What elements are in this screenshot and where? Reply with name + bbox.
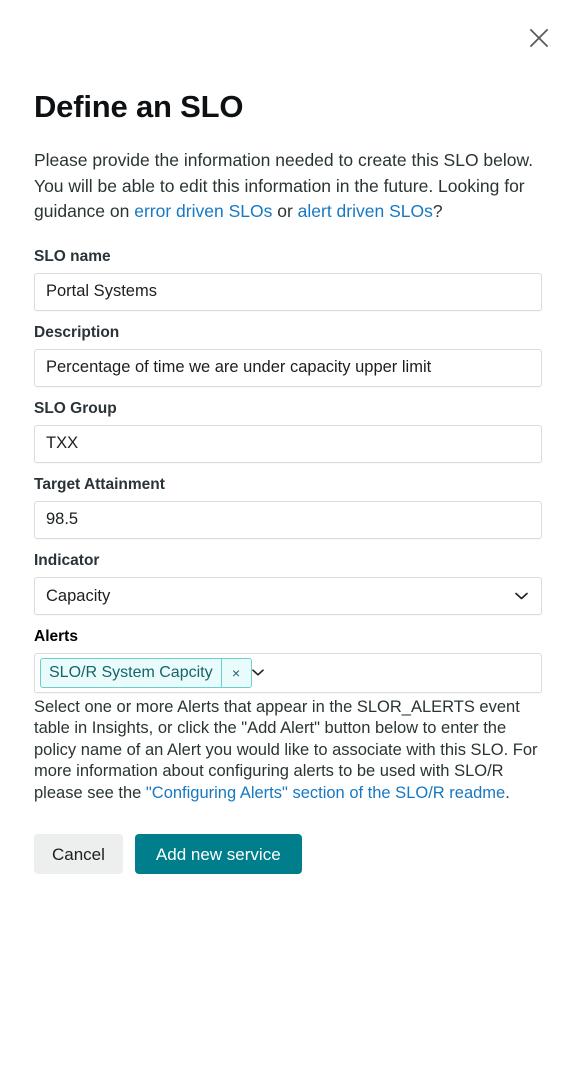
alerts-chip-label: SLO/R System Capcity: [49, 663, 213, 681]
field-slo-group: SLO Group: [34, 399, 542, 463]
alerts-help-suffix: .: [505, 783, 510, 802]
field-alerts: Alerts SLO/R System Capcity × Select one…: [34, 627, 542, 805]
indicator-select[interactable]: Capacity: [34, 576, 542, 615]
alert-driven-slos-link[interactable]: alert driven SLOs: [298, 201, 433, 221]
chevron-down-icon: [251, 669, 264, 676]
close-icon-button[interactable]: [523, 22, 555, 54]
error-driven-slos-link[interactable]: error driven SLOs: [134, 201, 272, 221]
description-label: Description: [34, 323, 120, 341]
cancel-button[interactable]: Cancel: [34, 834, 123, 874]
indicator-selected-value: Capacity: [34, 576, 542, 615]
alerts-chip: SLO/R System Capcity ×: [40, 657, 252, 688]
alerts-label: Alerts: [34, 627, 78, 645]
alerts-multiselect[interactable]: SLO/R System Capcity ×: [34, 652, 542, 693]
description-input[interactable]: [34, 348, 542, 387]
alerts-chip-remove-button[interactable]: ×: [220, 658, 251, 687]
add-new-service-button[interactable]: Add new service: [134, 834, 302, 874]
configuring-alerts-readme-link[interactable]: "Configuring Alerts" section of the SLO/…: [146, 784, 505, 802]
slo-name-label: SLO name: [34, 247, 111, 265]
close-icon: [529, 28, 549, 48]
indicator-label: Indicator: [34, 551, 100, 569]
define-slo-modal: Define an SLO Please provide the informa…: [0, 0, 576, 1088]
target-attainment-label: Target Attainment: [34, 475, 165, 493]
field-slo-name: SLO name: [34, 247, 542, 311]
slo-name-input[interactable]: [34, 272, 542, 311]
field-indicator: Indicator Capacity: [34, 551, 542, 615]
alerts-help-text: Select one or more Alerts that appear in…: [34, 697, 542, 805]
slo-group-input[interactable]: [34, 424, 542, 463]
modal-content: Define an SLO Please provide the informa…: [34, 88, 542, 874]
field-target-attainment: Target Attainment: [34, 475, 542, 539]
target-attainment-input[interactable]: [34, 500, 542, 539]
intro-paragraph: Please provide the information needed to…: [34, 148, 542, 225]
slo-group-label: SLO Group: [34, 399, 117, 417]
modal-actions: Cancel Add new service: [34, 834, 542, 874]
intro-text-part2: or: [272, 201, 298, 221]
intro-text-part3: ?: [432, 201, 443, 221]
page-title: Define an SLO: [34, 89, 244, 124]
field-description: Description: [34, 323, 542, 387]
